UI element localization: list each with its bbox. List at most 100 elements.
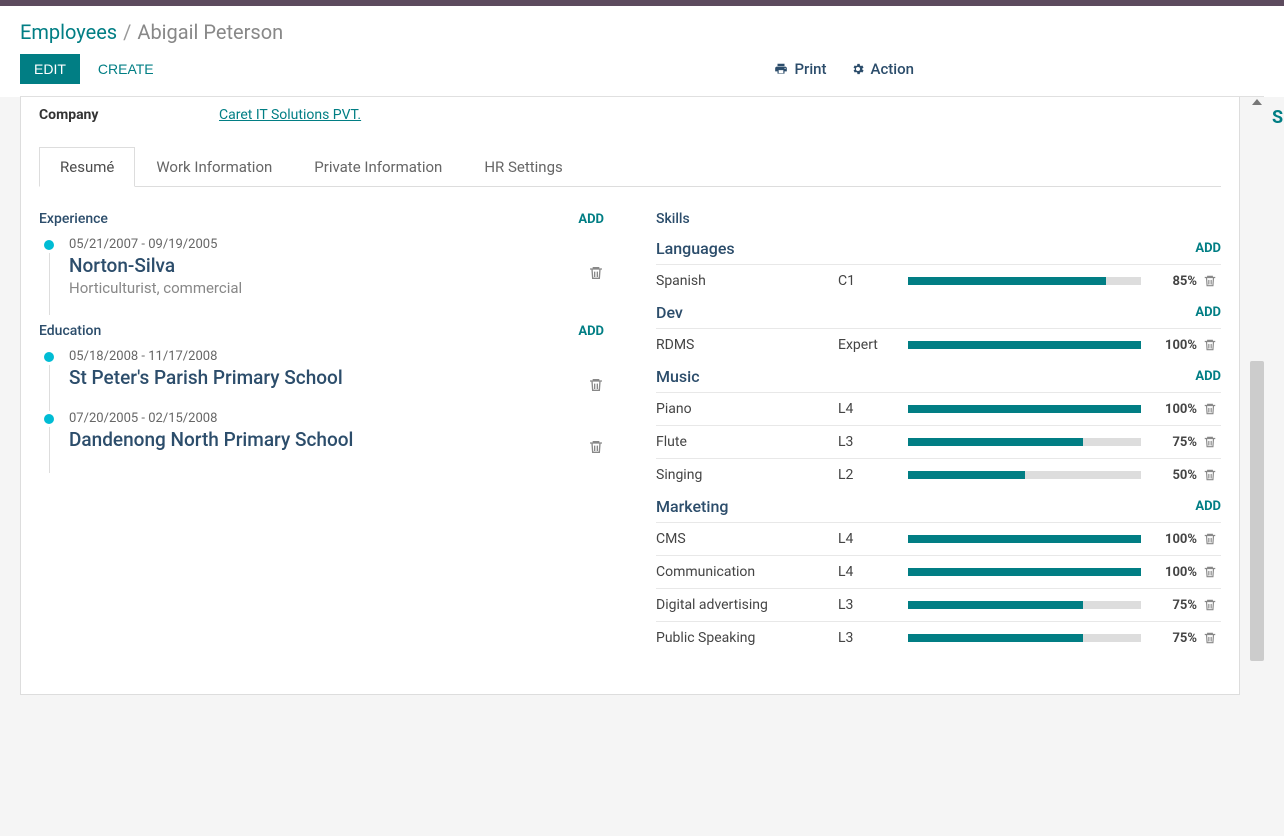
education-add-button[interactable]: ADD bbox=[578, 324, 604, 339]
skill-group-title: Languages bbox=[656, 239, 735, 258]
skill-progress bbox=[908, 341, 1153, 349]
print-label: Print bbox=[794, 60, 826, 78]
timeline-dot-icon bbox=[44, 352, 54, 362]
skill-name: CMS bbox=[656, 531, 838, 547]
skill-name: Piano bbox=[656, 401, 838, 417]
skill-group-header: DevADD bbox=[656, 303, 1221, 322]
experience-header: Experience ADD bbox=[39, 211, 604, 227]
skill-row: CommunicationL4100% bbox=[656, 555, 1221, 588]
delete-education-button[interactable] bbox=[588, 411, 604, 455]
breadcrumb: Employees / Abigail Peterson bbox=[20, 20, 1264, 44]
skill-level: L3 bbox=[838, 434, 908, 450]
delete-education-button[interactable] bbox=[588, 349, 604, 393]
skill-level: Expert bbox=[838, 337, 908, 353]
education-school: Dandenong North Primary School bbox=[69, 428, 353, 451]
delete-skill-button[interactable] bbox=[1203, 274, 1221, 288]
company-link[interactable]: Caret IT Solutions PVT. bbox=[219, 107, 361, 123]
delete-skill-button[interactable] bbox=[1203, 468, 1221, 482]
skill-percent: 75% bbox=[1153, 631, 1197, 646]
skill-row: SpanishC1 85% bbox=[656, 264, 1221, 297]
action-button[interactable]: Action bbox=[851, 60, 914, 78]
content-wrap: S Company Caret IT Solutions PVT. Resumé… bbox=[0, 97, 1284, 695]
skill-group-title: Marketing bbox=[656, 497, 728, 516]
skill-level: L4 bbox=[838, 401, 908, 417]
skill-progress bbox=[908, 277, 1153, 285]
education-dates: 07/20/2005 - 02/15/2008 bbox=[69, 411, 353, 426]
breadcrumb-current: Abigail Peterson bbox=[137, 20, 283, 44]
delete-skill-button[interactable] bbox=[1203, 631, 1221, 645]
skill-progress bbox=[908, 438, 1153, 446]
delete-skill-button[interactable] bbox=[1203, 338, 1221, 352]
skill-row: PianoL4 100% bbox=[656, 392, 1221, 425]
skill-name: RDMS bbox=[656, 337, 838, 353]
company-label: Company bbox=[39, 107, 219, 123]
skill-add-button[interactable]: ADD bbox=[1195, 369, 1221, 384]
skill-progress bbox=[908, 601, 1153, 609]
skill-row: FluteL375% bbox=[656, 425, 1221, 458]
resume-content: Experience ADD 05/21/2007 - 09/19/2005 No… bbox=[39, 211, 1221, 654]
experience-item: 05/21/2007 - 09/19/2005Norton-SilvaHorti… bbox=[39, 237, 604, 315]
right-rail-hint: S bbox=[1272, 107, 1284, 128]
skill-add-button[interactable]: ADD bbox=[1195, 305, 1221, 320]
print-icon bbox=[774, 62, 788, 76]
tabs: ResuméWork InformationPrivate Informatio… bbox=[39, 147, 1221, 187]
form-sheet: Company Caret IT Solutions PVT. ResuméWo… bbox=[20, 97, 1240, 695]
skill-progress bbox=[908, 471, 1153, 479]
skill-percent: 100% bbox=[1153, 402, 1197, 417]
tab-hr-settings[interactable]: HR Settings bbox=[463, 147, 583, 187]
skill-group-header: Music ADD bbox=[656, 367, 1221, 386]
breadcrumb-root[interactable]: Employees bbox=[20, 20, 117, 44]
skill-row: RDMSExpert 100% bbox=[656, 328, 1221, 361]
skill-percent: 100% bbox=[1153, 532, 1197, 547]
experience-dates: 05/21/2007 - 09/19/2005 bbox=[69, 237, 242, 252]
skill-name: Digital advertising bbox=[656, 597, 838, 613]
skill-row: Public SpeakingL375% bbox=[656, 621, 1221, 654]
toolbar: Edit Create Print Action bbox=[20, 54, 1264, 97]
experience-add-button[interactable]: ADD bbox=[578, 212, 604, 227]
create-button[interactable]: Create bbox=[84, 54, 168, 84]
skill-group-title: Music bbox=[656, 367, 700, 386]
edit-button[interactable]: Edit bbox=[20, 54, 80, 84]
delete-skill-button[interactable] bbox=[1203, 565, 1221, 579]
skills-container: Languages ADD SpanishC1 85% DevADD RDMSExpert… bbox=[656, 239, 1221, 654]
education-school: St Peter's Parish Primary School bbox=[69, 366, 343, 389]
breadcrumb-sep: / bbox=[123, 20, 131, 44]
education-title: Education bbox=[39, 323, 101, 339]
delete-skill-button[interactable] bbox=[1203, 402, 1221, 416]
tab-private-information[interactable]: Private Information bbox=[293, 147, 463, 187]
skill-level: L4 bbox=[838, 531, 908, 547]
skill-level: L3 bbox=[838, 597, 908, 613]
skill-level: L2 bbox=[838, 467, 908, 483]
skill-percent: 75% bbox=[1153, 598, 1197, 613]
skill-percent: 85% bbox=[1153, 274, 1197, 289]
delete-experience-button[interactable] bbox=[588, 237, 604, 281]
skill-add-button[interactable]: ADD bbox=[1195, 499, 1221, 514]
experience-title: Experience bbox=[39, 211, 108, 227]
tab-resum-[interactable]: Resumé bbox=[39, 147, 135, 187]
skill-level: L3 bbox=[838, 630, 908, 646]
skill-name: Spanish bbox=[656, 273, 838, 289]
skill-add-button[interactable]: ADD bbox=[1195, 241, 1221, 256]
skill-group-header: Marketing ADD bbox=[656, 497, 1221, 516]
scrollbar-track[interactable] bbox=[1250, 361, 1264, 661]
education-item: 05/18/2008 - 11/17/2008 St Peter's Parish… bbox=[39, 349, 604, 411]
skill-percent: 100% bbox=[1153, 565, 1197, 580]
skill-row: CMSL4 100% bbox=[656, 522, 1221, 555]
experience-company: Norton-Silva bbox=[69, 254, 242, 277]
tab-work-information[interactable]: Work Information bbox=[135, 147, 293, 187]
skill-percent: 75% bbox=[1153, 435, 1197, 450]
skill-name: Singing bbox=[656, 467, 838, 483]
delete-skill-button[interactable] bbox=[1203, 435, 1221, 449]
skill-row: Digital advertisingL3 75% bbox=[656, 588, 1221, 621]
skill-name: Communication bbox=[656, 564, 838, 580]
education-dates: 05/18/2008 - 11/17/2008 bbox=[69, 349, 343, 364]
education-list: 05/18/2008 - 11/17/2008 St Peter's Parish… bbox=[39, 349, 604, 473]
skill-level: C1 bbox=[838, 273, 908, 289]
scroll-up-icon bbox=[1252, 99, 1262, 105]
skill-percent: 100% bbox=[1153, 338, 1197, 353]
company-field: Company Caret IT Solutions PVT. bbox=[39, 97, 1221, 147]
delete-skill-button[interactable] bbox=[1203, 598, 1221, 612]
delete-skill-button[interactable] bbox=[1203, 532, 1221, 546]
timeline-dot-icon bbox=[44, 240, 54, 250]
print-button[interactable]: Print bbox=[774, 60, 826, 78]
